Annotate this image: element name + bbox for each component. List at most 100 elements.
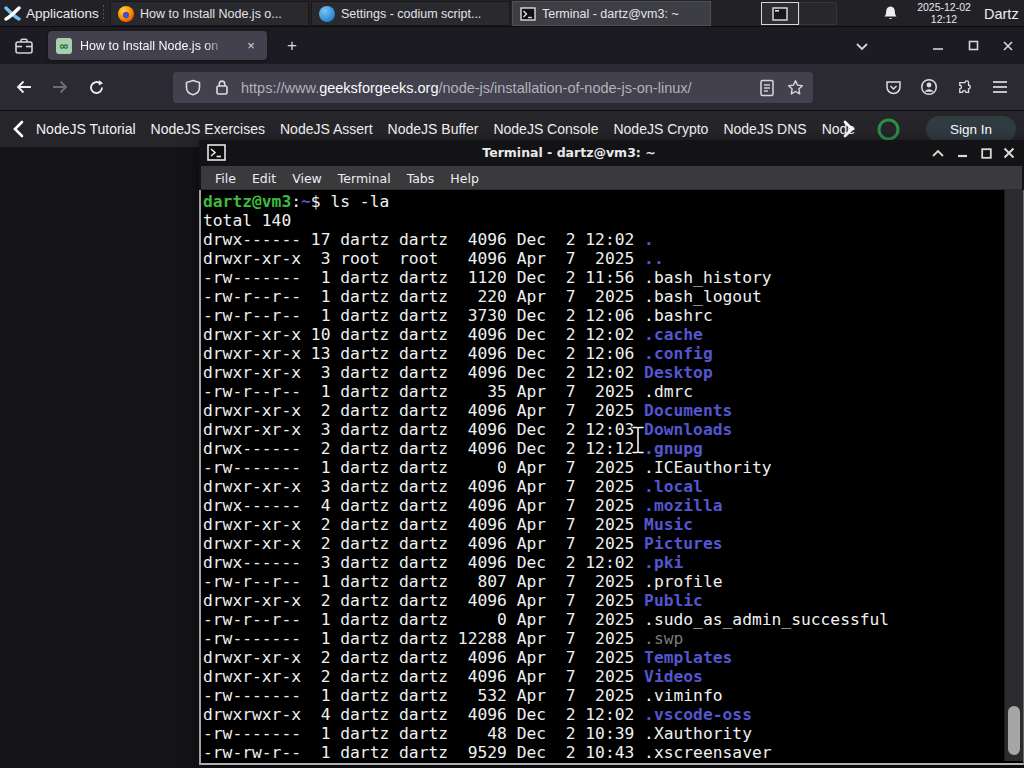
terminal-menu-terminal[interactable]: Terminal [330,171,399,186]
terminal-output: dartz@vm3:~$ ls -la total 140 drwx------… [203,192,889,762]
tab-bar: ∞ How to Install Node.js on × + [0,27,1024,64]
minimize-icon [957,148,968,158]
scrollbar-thumb[interactable] [1008,706,1020,755]
clock-date: 2025-12-02 [908,2,980,14]
back-icon [15,78,33,96]
terminal-maximize-button[interactable] [975,140,997,166]
firefox-icon [118,6,134,22]
terminal-icon [520,7,536,21]
applications-menu[interactable]: Applications [0,0,103,27]
lock-icon[interactable] [215,79,229,96]
url-domain: geeksforgeeks.org [319,80,438,96]
terminal-close-button[interactable] [998,140,1020,166]
mini-terminal-icon [772,7,788,21]
nav-scroll-right-button[interactable] [842,120,855,142]
extensions-button[interactable] [949,72,981,102]
pocket-icon [885,79,902,96]
nav-link-5[interactable]: NodeJS Console [493,121,598,137]
list-tabs-button[interactable] [850,35,874,57]
nav-link-1[interactable]: NodeJS Tutorial [36,121,136,137]
task-button-label: Settings - codium script... [341,7,481,21]
terminal-minimize-button[interactable] [951,140,973,166]
close-icon [1002,40,1014,52]
terminal-scrollbar[interactable] [1004,190,1023,761]
maximize-icon [981,148,992,159]
panel-user-label[interactable]: Dartz [984,0,1019,27]
terminal-content[interactable]: dartz@vm3:~$ ls -la total 140 drwx------… [199,190,1024,765]
forward-icon [51,78,69,96]
browser-tab[interactable]: ∞ How to Install Node.js on × [48,31,267,60]
bookmark-star-button[interactable] [787,79,804,100]
ibeam-mouse-cursor [630,425,646,455]
search-icon [877,118,900,141]
url-path: /node-js/installation-of-node-js-on-linu… [438,80,691,96]
puzzle-piece-icon [957,79,974,96]
app-menu-button[interactable] [984,72,1016,102]
nav-scroll-left-button[interactable] [12,120,25,142]
close-icon [1003,147,1015,159]
url-text: https://www.geeksforgeeks.org/node-js/in… [241,80,692,96]
account-button[interactable] [913,72,945,102]
browser-minimize-button[interactable] [923,31,953,60]
vscodium-icon [319,6,335,22]
nav-link-7[interactable]: NodeJS DNS [723,121,806,137]
sign-in-button[interactable]: Sign In [926,116,1016,142]
account-icon [920,78,938,96]
panel-clock[interactable]: 2025-12-02 12:12 [908,2,980,25]
browser-maximize-button[interactable] [958,31,988,60]
tab-title: How to Install Node.js on [80,39,226,53]
workspace-switcher[interactable] [761,2,837,25]
terminal-window: Terminal - dartz@vm3: ~ FileEditViewTerm… [199,140,1024,765]
pocket-button[interactable] [877,72,909,102]
task-button-label: Terminal - dartz@vm3: ~ [542,7,679,21]
url-scheme: https://www. [241,80,319,96]
terminal-shade-button[interactable] [927,140,949,166]
terminal-title: Terminal - dartz@vm3: ~ [199,140,939,166]
desktop: Applications How to Install Node.js o...… [0,0,1024,768]
navigation-toolbar: https://www.geeksforgeeks.org/node-js/in… [0,64,1024,111]
terminal-menu-tabs[interactable]: Tabs [399,171,443,186]
nav-link-4[interactable]: NodeJS Buffer [388,121,479,137]
clock-time: 12:12 [908,14,980,26]
star-icon [787,79,804,96]
workspace-2[interactable] [799,2,837,25]
nav-link-2[interactable]: NodeJS Exercises [151,121,265,137]
forward-button[interactable] [44,72,76,102]
panel-separator [103,5,104,22]
workspace-1[interactable] [761,2,799,25]
reader-mode-icon [759,79,775,97]
minimize-icon [932,40,944,52]
nav-link-3[interactable]: NodeJS Assert [280,121,373,137]
firefox-view-icon [14,37,34,55]
reload-icon [88,79,105,96]
terminal-menu-view[interactable]: View [284,171,330,186]
terminal-title-bar[interactable]: Terminal - dartz@vm3: ~ [199,140,1024,166]
chevron-left-icon [12,120,25,138]
terminal-menu-edit[interactable]: Edit [244,171,284,186]
task-button-1[interactable]: How to Install Node.js o... [110,1,309,26]
terminal-menu-bar: FileEditViewTerminalTabsHelp [201,166,1022,190]
browser-close-button[interactable] [993,31,1023,60]
nav-link-6[interactable]: NodeJS Crypto [613,121,708,137]
task-button-label: How to Install Node.js o... [140,7,282,21]
chevron-up-icon [932,149,944,157]
reader-mode-button[interactable] [759,79,775,101]
xfce-logo-icon [4,5,21,22]
chevron-down-icon [855,42,869,51]
tab-close-icon[interactable]: × [243,38,259,53]
applications-label: Applications [26,6,99,21]
reload-button[interactable] [80,72,112,102]
terminal-menu-help[interactable]: Help [442,171,487,186]
hamburger-menu-icon [992,80,1008,94]
geeksforgeeks-favicon: ∞ [56,38,72,54]
task-button-2[interactable]: Settings - codium script... [311,1,510,26]
terminal-menu-file[interactable]: File [207,171,244,186]
new-tab-button[interactable]: + [279,33,305,59]
task-button-3[interactable]: Terminal - dartz@vm3: ~ [512,1,711,26]
chevron-right-icon [842,120,855,138]
back-button[interactable] [8,72,40,102]
url-bar[interactable]: https://www.geeksforgeeks.org/node-js/in… [173,72,813,103]
notification-bell-icon[interactable] [882,5,899,22]
tracking-shield-icon[interactable] [185,79,201,96]
firefox-view-button[interactable] [8,32,40,59]
